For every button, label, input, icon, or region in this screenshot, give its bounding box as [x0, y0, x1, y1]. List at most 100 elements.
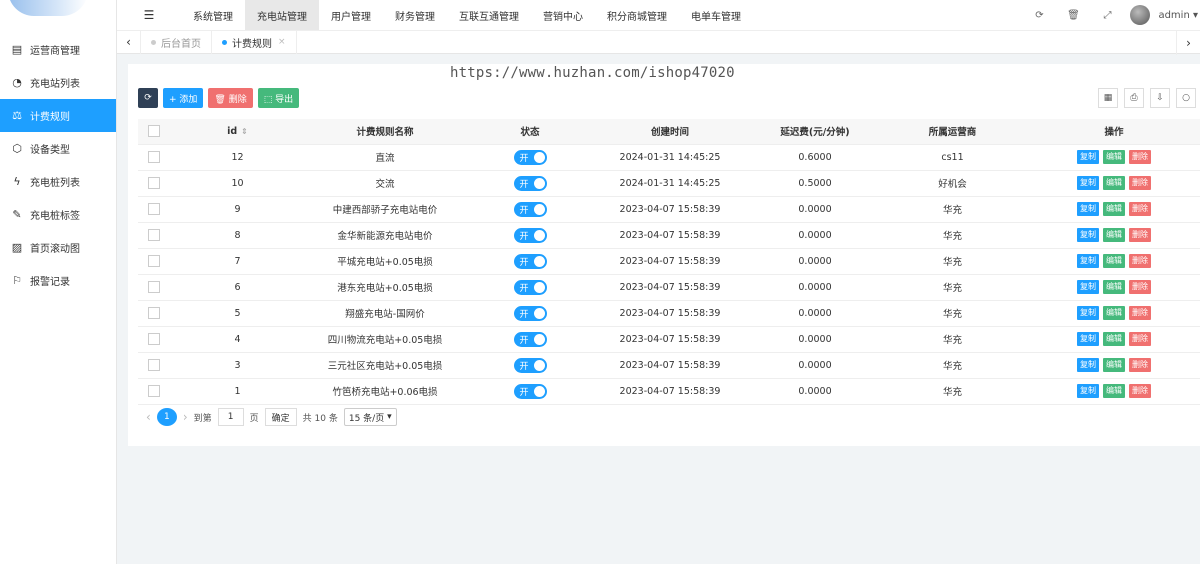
refresh-button[interactable]: ⟳	[138, 88, 158, 108]
status-switch[interactable]: 开	[513, 305, 547, 321]
status-switch[interactable]: 开	[513, 175, 547, 191]
status-switch[interactable]: 开	[513, 227, 547, 243]
status-switch[interactable]: 开	[513, 331, 547, 347]
switch-knob	[533, 229, 545, 241]
page-input[interactable]: 1	[217, 408, 244, 426]
row-checkbox[interactable]	[148, 255, 160, 267]
next-page-icon[interactable]: ›	[183, 410, 188, 424]
copy-button[interactable]: 复制	[1077, 254, 1099, 268]
tab-scroll-left-icon[interactable]: ‹	[117, 30, 141, 54]
top-nav-item[interactable]: 电单车管理	[679, 0, 753, 30]
status-switch[interactable]: 开	[513, 201, 547, 217]
page-size-select[interactable]: 15 条/页 ▾	[343, 408, 397, 426]
row-checkbox[interactable]	[148, 281, 160, 293]
delete-row-button[interactable]: 删除	[1129, 332, 1151, 346]
copy-button[interactable]: 复制	[1077, 150, 1099, 164]
tab-close-icon[interactable]: ×	[278, 37, 286, 47]
sidebar-item[interactable]: ▨ 首页滚动图	[0, 231, 116, 264]
delete-row-button[interactable]: 删除	[1129, 228, 1151, 242]
cell-id: 5	[170, 300, 305, 327]
sidebar-item[interactable]: ▤ 运营商管理	[0, 33, 116, 66]
delete-row-button[interactable]: 删除	[1129, 358, 1151, 372]
fullscreen-icon[interactable]: ⤢	[1090, 10, 1124, 21]
copy-button[interactable]: 复制	[1077, 358, 1099, 372]
export-button[interactable]: ⬚ 导出	[257, 88, 300, 108]
row-checkbox[interactable]	[148, 177, 160, 189]
delete-row-button[interactable]: 删除	[1129, 280, 1151, 294]
tab-billing-rules[interactable]: 计费规则 ×	[212, 30, 297, 54]
delete-row-button[interactable]: 删除	[1129, 176, 1151, 190]
delete-row-button[interactable]: 删除	[1129, 254, 1151, 268]
edit-button[interactable]: 编辑	[1103, 150, 1125, 164]
prev-page-icon[interactable]: ‹	[146, 410, 151, 424]
sidebar-item[interactable]: ⚐ 报警记录	[0, 264, 116, 297]
edit-button[interactable]: 编辑	[1103, 176, 1125, 190]
row-checkbox[interactable]	[148, 229, 160, 241]
status-switch[interactable]: 开	[513, 357, 547, 373]
print-icon[interactable]: ⎙	[1124, 88, 1144, 108]
delete-row-button[interactable]: 删除	[1129, 306, 1151, 320]
search-toggle-icon[interactable]: ○	[1176, 88, 1196, 108]
row-checkbox[interactable]	[148, 203, 160, 215]
cell-operator: 华充	[885, 248, 1020, 275]
top-nav-item[interactable]: 财务管理	[383, 0, 447, 30]
export-table-icon[interactable]: ⇩	[1150, 88, 1170, 108]
sort-icon[interactable]: ⇕	[241, 127, 248, 136]
edit-button[interactable]: 编辑	[1103, 280, 1125, 294]
columns-icon[interactable]: ▦	[1098, 88, 1118, 108]
top-nav-item[interactable]: 用户管理	[319, 0, 383, 30]
select-all-checkbox[interactable]	[148, 125, 160, 138]
menu-toggle-icon[interactable]: ☰	[117, 8, 181, 22]
status-switch[interactable]: 开	[513, 383, 547, 399]
row-checkbox[interactable]	[148, 307, 160, 319]
sidebar-item[interactable]: ϟ 充电桩列表	[0, 165, 116, 198]
delete-row-button[interactable]: 删除	[1129, 150, 1151, 164]
top-nav-item[interactable]: 积分商城管理	[595, 0, 679, 30]
row-checkbox[interactable]	[148, 385, 160, 397]
status-switch[interactable]: 开	[513, 253, 547, 269]
copy-button[interactable]: 复制	[1077, 202, 1099, 216]
delete-row-button[interactable]: 删除	[1129, 384, 1151, 398]
col-id[interactable]: id ⇕	[170, 119, 305, 145]
top-nav-item[interactable]: 互联互通管理	[447, 0, 531, 30]
tab-home[interactable]: 后台首页	[141, 30, 212, 54]
edit-button[interactable]: 编辑	[1103, 228, 1125, 242]
status-switch[interactable]: 开	[513, 279, 547, 295]
add-button[interactable]: + 添加	[163, 88, 204, 108]
top-nav-item[interactable]: 充电站管理	[245, 0, 319, 30]
edit-button[interactable]: 编辑	[1103, 254, 1125, 268]
row-checkbox[interactable]	[148, 359, 160, 371]
edit-button[interactable]: 编辑	[1103, 202, 1125, 216]
trash-icon[interactable]: 🗑	[1056, 10, 1090, 21]
top-nav-item[interactable]: 系统管理	[181, 0, 245, 30]
top-nav-item[interactable]: 营销中心	[531, 0, 595, 30]
edit-button[interactable]: 编辑	[1103, 358, 1125, 372]
delete-row-button[interactable]: 删除	[1129, 202, 1151, 216]
user-menu[interactable]: admin ▾	[1158, 10, 1198, 21]
delete-button[interactable]: 🗑 删除	[208, 88, 253, 108]
select-all-cell	[138, 119, 170, 145]
refresh-icon[interactable]: ⟳	[1022, 10, 1056, 21]
sidebar-item[interactable]: ⚖ 计费规则	[0, 99, 116, 132]
current-page[interactable]: 1	[156, 408, 177, 426]
copy-button[interactable]: 复制	[1077, 280, 1099, 294]
confirm-page-button[interactable]: 确定	[264, 408, 297, 426]
edit-button[interactable]: 编辑	[1103, 384, 1125, 398]
edit-button[interactable]: 编辑	[1103, 306, 1125, 320]
row-checkbox[interactable]	[148, 333, 160, 345]
status-switch[interactable]: 开	[513, 149, 547, 165]
edit-button[interactable]: 编辑	[1103, 332, 1125, 346]
row-checkbox[interactable]	[148, 151, 160, 163]
copy-button[interactable]: 复制	[1077, 306, 1099, 320]
row-select-cell	[138, 326, 170, 353]
copy-button[interactable]: 复制	[1077, 176, 1099, 190]
switch-label: 开	[519, 283, 529, 294]
sidebar-item[interactable]: ✎ 充电桩标签	[0, 198, 116, 231]
sidebar-item[interactable]: ◔ 充电站列表	[0, 66, 116, 99]
avatar[interactable]	[1130, 5, 1151, 25]
sidebar-item[interactable]: ⬡ 设备类型	[0, 132, 116, 165]
copy-button[interactable]: 复制	[1077, 332, 1099, 346]
tab-scroll-right-icon[interactable]: ›	[1176, 31, 1200, 55]
copy-button[interactable]: 复制	[1077, 384, 1099, 398]
copy-button[interactable]: 复制	[1077, 228, 1099, 242]
